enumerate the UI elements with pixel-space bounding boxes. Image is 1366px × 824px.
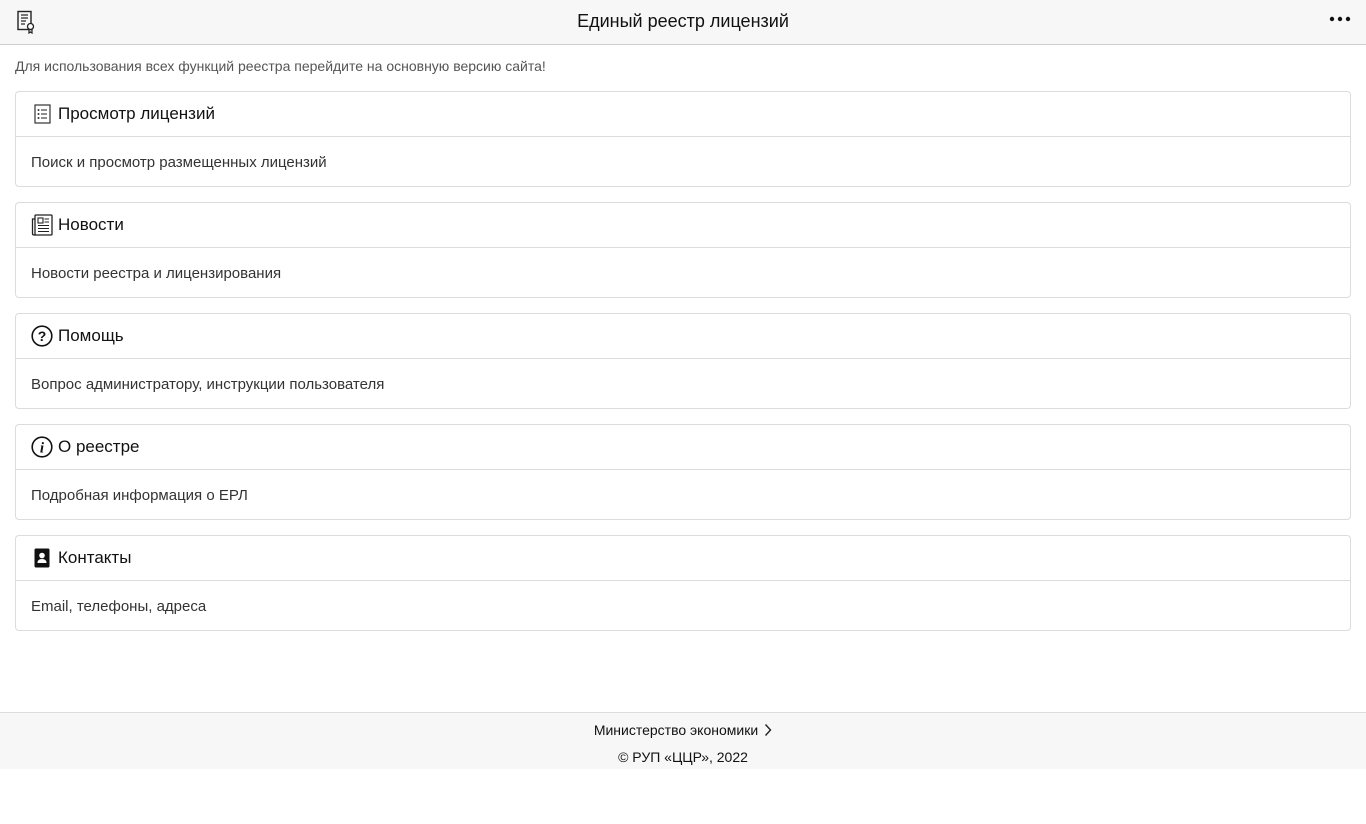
card-title: Просмотр лицензий [58, 104, 215, 123]
card-help[interactable]: ? Помощь Вопрос администратору, инструкц… [15, 313, 1351, 409]
card-description: Вопрос администратору, инструкции пользо… [31, 376, 385, 393]
card-header: i О реестре [16, 425, 1350, 470]
card-header: ? Помощь [16, 314, 1350, 359]
card-header: Просмотр лицензий [16, 92, 1350, 137]
list-icon [31, 103, 53, 125]
card-description: Поиск и просмотр размещенных лицензий [31, 154, 327, 171]
card-title: Контакты [58, 548, 132, 567]
card-about[interactable]: i О реестре Подробная информация о ЕРЛ [15, 424, 1351, 520]
card-title: Новости [58, 215, 124, 234]
app-header: Единый реестр лицензий [0, 0, 1366, 45]
more-horizontal-icon[interactable] [1328, 10, 1352, 30]
ministry-link-label[interactable]: Министерство экономики [594, 722, 758, 738]
card-view-licenses[interactable]: Просмотр лицензий Поиск и просмотр разме… [15, 91, 1351, 187]
info-circle-icon: i [31, 436, 53, 458]
newspaper-icon [31, 214, 53, 236]
card-title: О реестре [58, 437, 140, 456]
ministry-link[interactable]: Министерство экономики [0, 722, 1366, 738]
svg-text:?: ? [38, 328, 47, 344]
card-description: Подробная информация о ЕРЛ [31, 487, 248, 504]
chevron-right-icon [765, 724, 772, 736]
question-circle-icon: ? [31, 325, 53, 347]
card-contacts[interactable]: Контакты Email, телефоны, адреса [15, 535, 1351, 631]
contact-card-icon [31, 547, 53, 569]
card-description: Новости реестра и лицензирования [31, 265, 282, 282]
page-footer: Министерство экономики © РУП «ЦЦР», 2022 [0, 712, 1366, 769]
card-header: Контакты [16, 536, 1350, 581]
card-title: Помощь [58, 326, 124, 345]
card-description: Email, телефоны, адреса [31, 598, 207, 615]
full-version-notice: Для использования всех функций реестра п… [15, 58, 546, 74]
copyright: © РУП «ЦЦР», 2022 [618, 749, 748, 765]
card-news[interactable]: Новости Новости реестра и лицензирования [15, 202, 1351, 298]
page-title: Единый реестр лицензий [577, 11, 789, 31]
svg-text:i: i [40, 441, 45, 457]
card-header: Новости [16, 203, 1350, 248]
